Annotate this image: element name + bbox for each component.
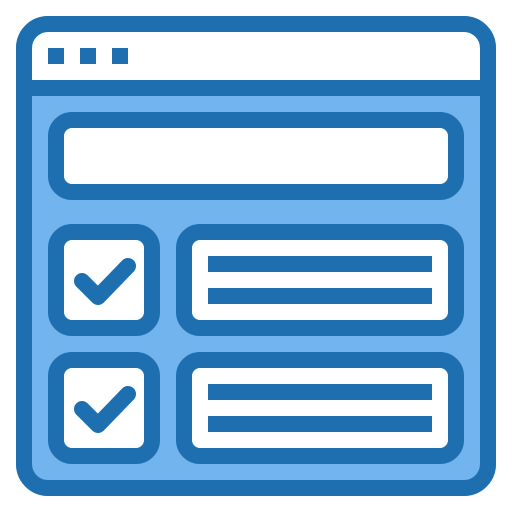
- text-line-1b: [208, 288, 432, 304]
- title-bar-divider: [24, 80, 488, 96]
- text-line-2b: [208, 416, 432, 432]
- window-dot-1: [48, 48, 64, 64]
- text-line-1a: [208, 256, 432, 272]
- text-block-2: [176, 352, 464, 464]
- title-bar: [32, 32, 480, 80]
- window-dot-2: [80, 48, 96, 64]
- window-dot-3: [112, 48, 128, 64]
- text-block-1: [176, 224, 464, 336]
- icon-svg: [16, 16, 496, 496]
- header-field: [48, 112, 464, 200]
- checklist-form-window-icon: [0, 0, 512, 512]
- text-line-2a: [208, 384, 432, 400]
